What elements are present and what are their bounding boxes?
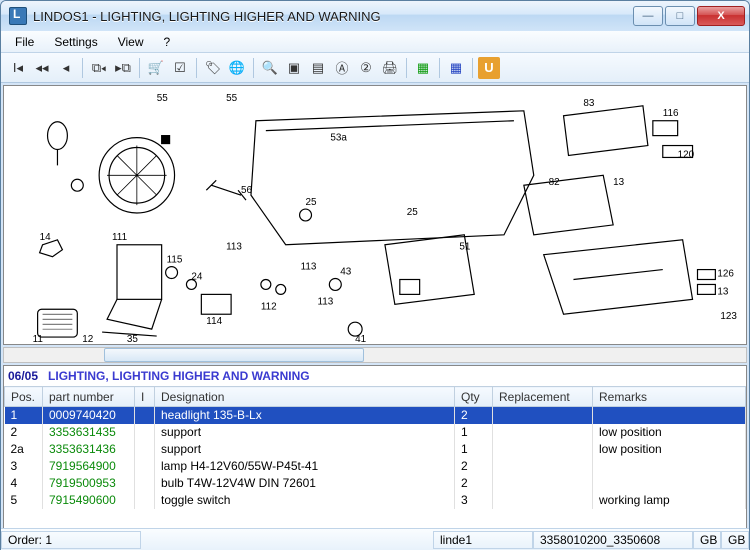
blue-square-icon[interactable]: ▦: [445, 57, 467, 79]
svg-text:55: 55: [226, 93, 238, 104]
svg-text:113: 113: [301, 262, 317, 273]
status-lang2: GB: [721, 531, 749, 549]
page-icon[interactable]: ▣: [283, 57, 305, 79]
svg-text:113: 113: [317, 296, 333, 307]
col-designation[interactable]: Designation: [155, 387, 455, 407]
svg-text:82: 82: [549, 177, 561, 188]
svg-text:116: 116: [663, 108, 679, 119]
col-replacement[interactable]: Replacement: [493, 387, 593, 407]
svg-text:25: 25: [407, 207, 419, 218]
svg-text:112: 112: [261, 301, 277, 312]
globe-icon[interactable]: 🌐: [226, 57, 248, 79]
parts-table[interactable]: Pos. part number I Designation Qty Repla…: [4, 386, 746, 509]
statusbar: Order: 1 linde1 3358010200_3350608 GB GB: [1, 528, 749, 550]
status-lang1: GB: [693, 531, 721, 549]
svg-text:115: 115: [167, 255, 183, 266]
menu-view[interactable]: View: [108, 32, 154, 52]
svg-text:111: 111: [112, 232, 128, 243]
diagram-hscrollbar[interactable]: [3, 347, 747, 363]
table-row[interactable]: 47919500953bulb T4W-12V4W DIN 726012: [5, 475, 746, 492]
svg-text:51: 51: [459, 242, 471, 253]
col-pos[interactable]: Pos.: [5, 387, 43, 407]
svg-text:56: 56: [241, 185, 253, 196]
svg-text:13: 13: [613, 177, 625, 188]
menu-help[interactable]: ?: [154, 32, 181, 52]
u-button[interactable]: U: [478, 57, 500, 79]
menubar: File Settings View ?: [1, 31, 749, 53]
svg-text:114: 114: [206, 316, 222, 327]
fit-icon[interactable]: ▤: [307, 57, 329, 79]
tag-icon[interactable]: 🏷: [202, 57, 224, 79]
svg-text:13: 13: [717, 286, 729, 297]
cart-icon[interactable]: 🛒: [145, 57, 167, 79]
table-row[interactable]: 57915490600toggle switch3working lamp: [5, 492, 746, 509]
svg-text:12: 12: [82, 334, 94, 344]
svg-text:41: 41: [355, 334, 367, 344]
svg-text:126: 126: [717, 269, 734, 280]
menu-file[interactable]: File: [5, 32, 44, 52]
table-row[interactable]: 10009740420headlight 135-B-Lx2: [5, 407, 746, 424]
col-i[interactable]: I: [135, 387, 155, 407]
svg-text:25: 25: [306, 197, 318, 208]
svg-text:83: 83: [583, 98, 595, 109]
svg-text:43: 43: [340, 267, 352, 278]
close-button[interactable]: X: [697, 6, 745, 26]
svg-text:11: 11: [33, 334, 44, 344]
first-icon[interactable]: I◂: [7, 57, 29, 79]
prev-fast-icon[interactable]: ◂◂: [31, 57, 53, 79]
section-title: LIGHTING, LIGHTING HIGHER AND WARNING: [48, 369, 310, 383]
table-row[interactable]: 2a3353631436support1low position: [5, 441, 746, 458]
svg-text:113: 113: [226, 242, 242, 253]
titlebar: LINDOS1 - LIGHTING, LIGHTING HIGHER AND …: [1, 1, 749, 31]
status-order: Order: 1: [1, 531, 141, 549]
window-title: LINDOS1 - LIGHTING, LIGHTING HIGHER AND …: [33, 9, 633, 24]
table-row[interactable]: 37919564900lamp H4-12V60/55W-P45t-412: [5, 458, 746, 475]
status-user: linde1: [433, 531, 533, 549]
prev-icon[interactable]: ◂: [55, 57, 77, 79]
parts-list: 06/05 LIGHTING, LIGHTING HIGHER AND WARN…: [3, 365, 747, 541]
col-partnumber[interactable]: part number: [43, 387, 135, 407]
marker-icon[interactable]: Ⓐ: [331, 57, 353, 79]
note-icon[interactable]: ▦: [412, 57, 434, 79]
col-qty[interactable]: Qty: [455, 387, 493, 407]
svg-text:35: 35: [127, 334, 139, 344]
svg-text:123: 123: [720, 311, 737, 322]
parts-diagram[interactable]: 55 55 53a 83 116 120 56 82 13 14 111 113 25 51…: [3, 85, 747, 345]
check-icon[interactable]: ☑: [169, 57, 191, 79]
app-icon: [9, 7, 27, 25]
toolbar: I◂ ◂◂ ◂ ⧉◂ ▸⧉ 🛒 ☑ 🏷 🌐 🔍 ▣ ▤ Ⓐ ② 🖨 ▦ ▦ U: [1, 53, 749, 83]
menu-settings[interactable]: Settings: [44, 32, 107, 52]
minimize-button[interactable]: —: [633, 6, 663, 26]
status-doc: 3358010200_3350608: [533, 531, 693, 549]
bookmark-next-icon[interactable]: ▸⧉: [112, 57, 134, 79]
svg-text:14: 14: [40, 232, 52, 243]
svg-text:120: 120: [678, 149, 695, 160]
svg-text:55: 55: [157, 93, 169, 104]
col-remarks[interactable]: Remarks: [593, 387, 746, 407]
table-row[interactable]: 23353631435support1low position: [5, 424, 746, 441]
svg-text:53a: 53a: [330, 133, 347, 144]
zoom-in-icon[interactable]: 🔍: [259, 57, 281, 79]
section-code: 06/05: [8, 369, 38, 383]
print-icon[interactable]: 🖨: [379, 57, 401, 79]
maximize-button[interactable]: □: [665, 6, 695, 26]
refresh-icon[interactable]: ②: [355, 57, 377, 79]
bookmark-prev-icon[interactable]: ⧉◂: [88, 57, 110, 79]
svg-text:24: 24: [191, 272, 203, 283]
